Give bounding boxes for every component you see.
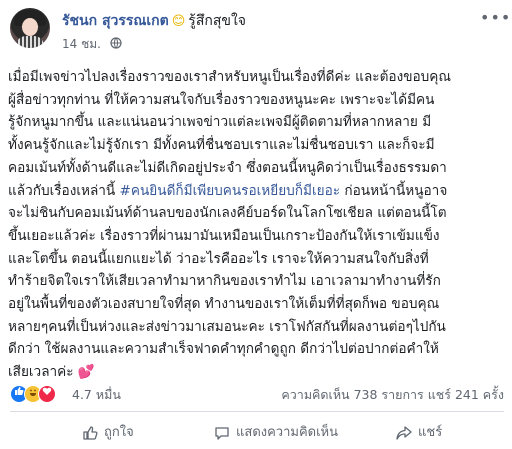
action-bar: ถูกใจ แสดงความคิดเห็น แชร์: [0, 413, 512, 449]
body-line: หลายๆคนที่เป็นห่วงและส่งข่าวมาเสมอนะคะ เ…: [8, 318, 446, 335]
thumbs-up-icon: [83, 425, 98, 440]
reactions-count[interactable]: 4.7 หมื่น: [72, 385, 121, 405]
comments-shares-stats: ความคิดเห็น 738 รายการ แชร์ 241 ครั้ง: [281, 385, 504, 405]
author-avatar[interactable]: [10, 8, 50, 48]
body-text: เสียเวลาค่ะ: [8, 364, 78, 381]
body-text: ก่อนหน้านี้หนูอาจ: [340, 182, 448, 199]
body-line: ทั้งคนรู้จักและไม่รู้จักเรา มีทั้งคนที่ช…: [8, 137, 435, 154]
body-line: ผู้สื่อข่าวทุกท่าน ที่ให้ความสนใจกับเรื่…: [8, 91, 435, 108]
like-label: ถูกใจ: [104, 425, 134, 440]
shares-count-link[interactable]: แชร์ 241 ครั้ง: [428, 387, 504, 402]
body-line: แล้วกับเรื่องเหล่านี้ #คนยินดีก็มีเพียบค…: [8, 180, 508, 203]
post-body: เมื่อมีเพจข่าวไปลงเรื่องราวของเราสำหรับห…: [8, 66, 508, 384]
love-reaction-icon: [38, 385, 56, 403]
body-line: ขึ้นเยอะแล้วค่ะ เรื่องราวที่ผ่านมามันเหม…: [8, 227, 440, 244]
divider: [10, 411, 504, 412]
comment-bubble-icon: [215, 426, 229, 440]
post-timestamp[interactable]: 14 ชม.: [62, 37, 101, 51]
body-line: รู้จักหนูมากขึ้น และแน่นอนว่าเพจข่าวแต่ล…: [8, 114, 432, 131]
author-name[interactable]: รัชนก สุวรรณเกต: [62, 13, 169, 29]
share-label: แชร์: [418, 425, 443, 440]
body-line: เสียเวลาค่ะ 💕: [8, 361, 508, 384]
two-hearts-emoji-icon: 💕: [77, 364, 95, 381]
body-text: แล้วกับเรื่องเหล่านี้: [8, 182, 120, 199]
post-meta: 14 ชม.: [62, 35, 122, 54]
body-line: และโตขึ้น ตอนนี้แยกแยะได้ ว่าอะไรคืออะไร…: [8, 250, 429, 267]
comment-button[interactable]: แสดงความคิดเห็น: [214, 421, 338, 442]
feeling-text: รู้สึกสุขใจ: [188, 13, 246, 29]
reaction-icons[interactable]: [10, 385, 56, 403]
post-header: รัชนก สุวรรณเกต 😊 รู้สึกสุขใจ 14 ชม. •••: [0, 0, 512, 60]
globe-icon[interactable]: [110, 37, 122, 52]
post-stats: 4.7 หมื่น ความคิดเห็น 738 รายการ แชร์ 24…: [10, 383, 504, 403]
hashtag-link[interactable]: #คนยินดีก็มีเพียบคนรอเหยียบก็มีเยอะ: [120, 183, 341, 199]
like-button[interactable]: ถูกใจ: [82, 421, 134, 442]
body-line: เมื่อมีเพจข่าวไปลงเรื่องราวของเราสำหรับห…: [8, 69, 451, 85]
share-arrow-icon: [396, 425, 412, 440]
author-line: รัชนก สุวรรณเกต 😊 รู้สึกสุขใจ: [62, 10, 246, 32]
body-line: จะไม่ชินกับคอมเม้นท์ด้านลบของนักเลงคีย์บ…: [8, 205, 447, 222]
comments-count-link[interactable]: ความคิดเห็น 738 รายการ: [281, 387, 423, 402]
body-line: ดีกว่า ใช้ผลงานและความสำเร็จฟาดคำทุกคำดู…: [8, 341, 439, 358]
feeling-emoji-icon: 😊: [171, 14, 186, 29]
share-button[interactable]: แชร์: [396, 421, 442, 442]
more-dots-icon[interactable]: •••: [480, 8, 511, 27]
comment-label: แสดงความคิดเห็น: [236, 425, 339, 440]
body-line: อยู่ในพื้นที่ของตัวเองสบายใจที่สุด ทำงาน…: [8, 296, 440, 313]
body-line: ทำร้ายจิตใจเราให้เสียเวลาทำมาหากินของเรา…: [8, 273, 441, 290]
facebook-post: รัชนก สุวรรณเกต 😊 รู้สึกสุขใจ 14 ชม. ••• เ…: [0, 0, 512, 449]
body-line: คอมเม้นท์ทั้งด้านดีและไม่ดีเกิดอยู่ประจำ…: [8, 159, 447, 176]
